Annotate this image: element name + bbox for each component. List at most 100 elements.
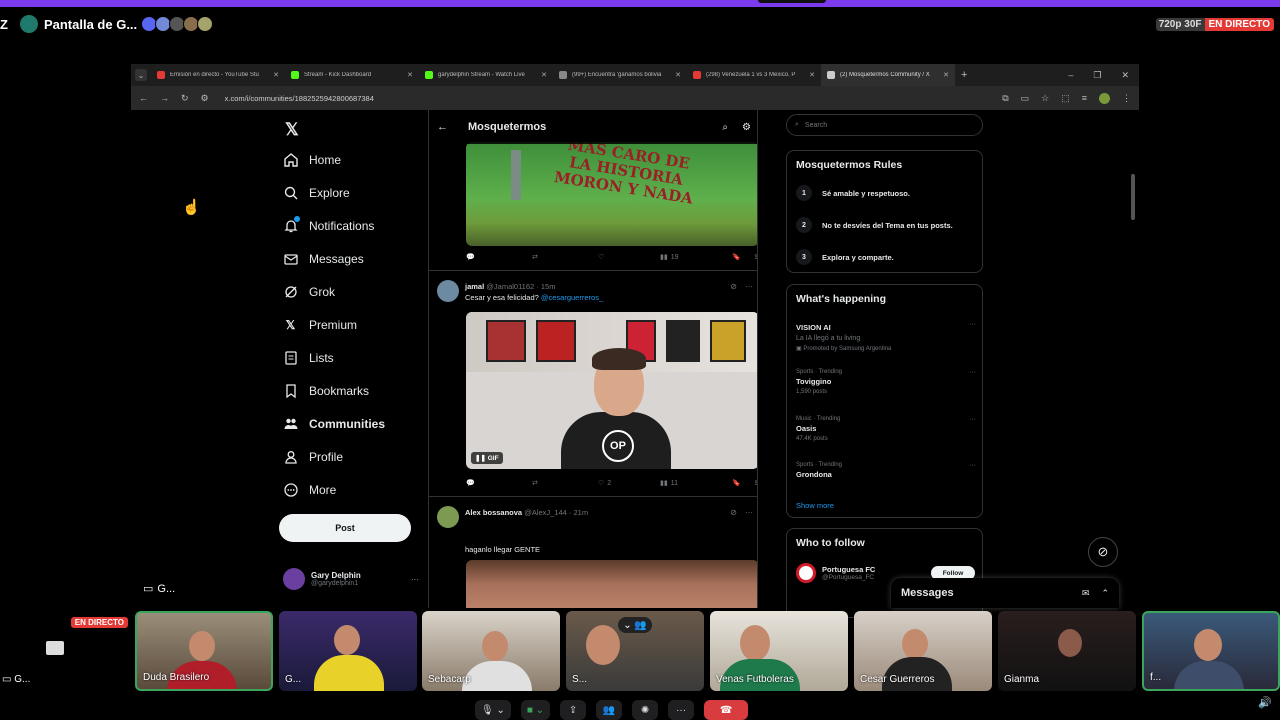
more-options-icon[interactable]: ··· [668,700,695,720]
browser-tab[interactable]: (298) Venezuela 1 vs 3 Mexico. P ✕ [687,64,821,86]
settings-icon[interactable]: ⚙ [742,122,751,133]
close-tab-icon[interactable]: ✕ [675,71,681,79]
back-icon[interactable]: ← [139,93,148,103]
tab-search-icon[interactable]: ⌄ [135,69,147,81]
media-icon[interactable]: ≡ [1082,93,1087,103]
author-name[interactable]: jamal [465,282,484,291]
forward-icon[interactable]: → [160,93,169,103]
close-window-icon[interactable]: ✕ [1121,70,1129,81]
nav-notifications[interactable]: Notifications [283,215,374,236]
back-arrow-icon[interactable]: ← [437,121,448,133]
participant-tile[interactable]: f... [1142,611,1280,691]
browser-tab[interactable]: Stream - Kick Dashboard ✕ [285,64,419,86]
mention-link[interactable]: @cesarguerreros_ [541,293,603,302]
like-icon[interactable]: ♡ [598,253,660,261]
new-tab-icon[interactable]: + [961,69,967,81]
rule-item[interactable]: 1 Sé amable y respetuoso. [796,185,910,201]
x-logo-icon[interactable]: 𝕏 [285,120,299,140]
search-icon[interactable]: ⌕ [722,122,728,133]
post-button[interactable]: Post [279,514,411,542]
share-screen-icon[interactable]: ⇪ [560,700,587,720]
site-info-icon[interactable]: ⚙ [201,93,209,104]
extensions-icon[interactable]: ⬚ [1061,93,1070,104]
nav-explore[interactable]: Explore [283,183,350,203]
more-icon[interactable]: ··· [969,416,976,423]
browser-tab[interactable]: garydelphin Stream - Watch Live ✕ [419,64,553,86]
rule-item[interactable]: 2 No te desvíes del Tema en tus posts. [796,217,953,233]
account-switcher[interactable]: Gary Delphin @garydelphin1 ··· [283,566,419,592]
bookmark-icon[interactable]: 🔖 [732,253,741,261]
scrollbar-thumb[interactable] [1131,174,1135,220]
volume-icon[interactable]: 🔊 [1258,696,1272,709]
close-tab-icon[interactable]: ✕ [943,71,949,79]
nav-messages[interactable]: Messages [283,249,364,269]
reply-icon[interactable]: 💬 [466,479,532,487]
add-friend-icon[interactable]: ⌄ 👥 [618,617,652,633]
nav-bookmarks[interactable]: Bookmarks [283,381,369,401]
participant-tile[interactable]: Gianma [998,611,1136,691]
messages-drawer[interactable]: Messages ✉ ⌃ [891,578,1119,608]
soundboard-icon[interactable]: ✺ [632,700,659,720]
nav-grok[interactable]: Grok [283,282,335,302]
participant-tile[interactable]: ⌄ 👥 S... [566,611,704,691]
grok-icon[interactable]: ⊘ [730,508,737,517]
views-icon[interactable]: ▮▮ 11 [660,479,730,488]
participant-tile[interactable]: EN DIRECTO ▭ G... [0,611,134,691]
participant-tile[interactable]: Duda Brasilero [135,611,273,691]
author-name[interactable]: Alex bossanova [465,508,522,517]
grok-icon[interactable]: ⊘ [730,282,737,291]
post-image[interactable] [466,560,757,608]
browser-tab-active[interactable]: (2) Mosquetermos Community / X ✕ [821,64,955,86]
participant-tile[interactable]: Sebacarp [422,611,560,691]
close-tab-icon[interactable]: ✕ [273,71,279,79]
follow-suggestion[interactable]: Portuguesa FC @Portuguesa_FC [796,563,875,583]
trend-item[interactable]: Sports · Trending Toviggino 1,590 posts … [796,369,976,395]
bookmark-icon[interactable]: 🔖 [732,479,741,487]
show-more-link[interactable]: Show more [796,501,834,510]
nav-premium[interactable]: 𝕏 Premium [283,315,357,335]
close-tab-icon[interactable]: ✕ [809,71,815,79]
browser-profile-avatar[interactable] [1099,92,1110,104]
microphone-icon[interactable]: 🎙 ⌄ [475,700,511,720]
activities-icon[interactable]: 👥 [596,700,623,720]
search-input[interactable]: ⌕ Search [786,114,983,136]
trend-item[interactable]: VISION AI La IA llegó a tu living ▣ Prom… [796,321,976,352]
drag-handle[interactable] [758,0,826,3]
disconnect-button[interactable]: ☎ [704,700,749,720]
repost-icon[interactable]: ⇄ [532,479,598,487]
cast-icon[interactable]: ▭ [1021,93,1030,104]
url-field[interactable]: x.com/i/communities/1882525942800687384 [225,94,374,103]
user-avatar[interactable] [437,280,459,302]
reply-icon[interactable]: 💬 [466,253,532,261]
more-options-icon[interactable]: ··· [411,575,419,584]
scrollbar[interactable] [1129,114,1137,604]
star-icon[interactable]: ☆ [1041,93,1049,104]
post-image[interactable]: MAS CARO DE LA HISTORIA MORON Y NADA [466,142,757,246]
rule-item[interactable]: 3 Explora y comparte. [796,249,894,265]
gif-badge[interactable]: ❚❚ GIF [471,452,503,464]
stream-title[interactable]: Pantalla de G... [44,17,137,32]
minimize-icon[interactable]: – [1068,70,1073,81]
nav-lists[interactable]: Lists [283,348,334,368]
more-icon[interactable]: ··· [969,321,976,328]
camera-icon[interactable]: ■ ⌄ [520,700,551,720]
nav-home[interactable]: Home [283,150,341,170]
like-icon[interactable]: ♡ 2 [598,479,660,488]
expand-icon[interactable]: ⌃ [1101,588,1109,599]
translate-icon[interactable]: ⧉ [1002,93,1008,104]
more-icon[interactable]: ··· [969,462,976,469]
browser-menu-icon[interactable]: ⋮ [1122,93,1131,104]
participant-tile[interactable]: Venas Futboleras [710,611,848,691]
viewer-avatar[interactable] [197,16,214,32]
share-icon[interactable]: ⇪ [753,253,757,261]
participant-tile[interactable]: G... [279,611,417,691]
trend-item[interactable]: Sports · Trending Grondona ··· [796,462,976,479]
more-icon[interactable]: ··· [969,369,976,376]
nav-profile[interactable]: Profile [283,447,343,467]
close-tab-icon[interactable]: ✕ [541,71,547,79]
maximize-icon[interactable]: ❐ [1093,70,1101,81]
nav-more[interactable]: More [283,480,336,500]
close-tab-icon[interactable]: ✕ [407,71,413,79]
more-icon[interactable]: ··· [745,508,753,517]
more-icon[interactable]: ··· [745,282,753,291]
